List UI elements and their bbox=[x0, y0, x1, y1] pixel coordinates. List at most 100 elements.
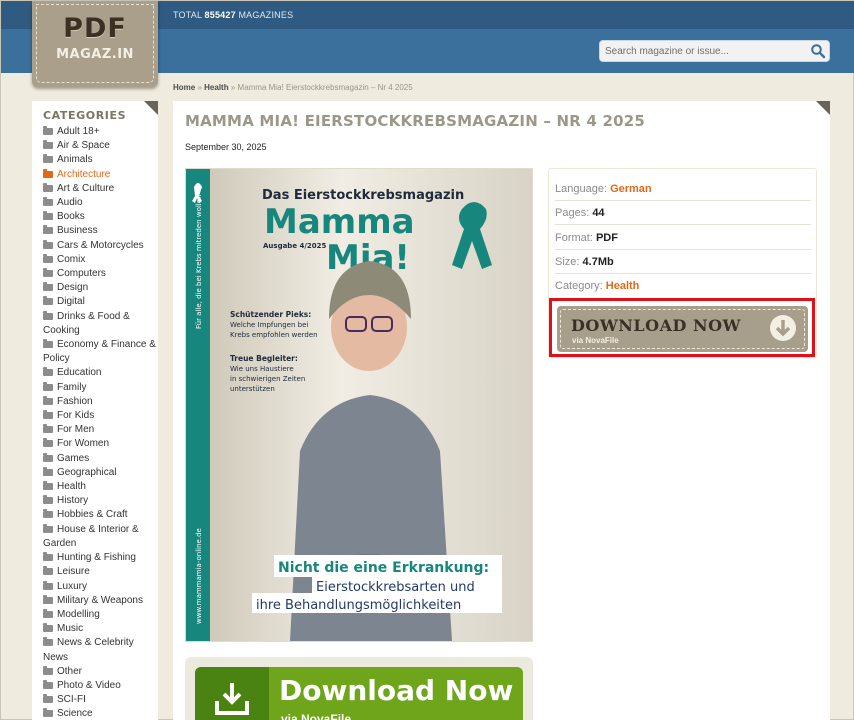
category-item[interactable]: SCI-FI bbox=[43, 693, 157, 707]
category-label: Computers bbox=[57, 268, 106, 280]
breadcrumb-home-link[interactable]: Home bbox=[173, 83, 195, 92]
category-label: Air & Space bbox=[57, 140, 110, 152]
category-list: Adult 18+ Air & Space Animals Architecture A… bbox=[43, 125, 157, 720]
category-label: For Men bbox=[57, 424, 95, 436]
cover-url: www.mammamia-online.de bbox=[195, 528, 203, 624]
category-item[interactable]: House & Interior & Garden bbox=[43, 523, 157, 551]
category-item[interactable]: Art & Culture bbox=[43, 182, 157, 196]
folder-icon bbox=[43, 495, 53, 505]
folder-icon bbox=[43, 566, 53, 576]
category-label: Animals bbox=[57, 154, 93, 166]
total-magazines-counter: TOTAL 855427 MAGAZINES bbox=[173, 10, 293, 20]
format-value: PDF bbox=[595, 232, 618, 244]
category-label: History bbox=[57, 495, 89, 507]
category-item[interactable]: Science bbox=[43, 707, 157, 720]
category-item[interactable]: Fashion bbox=[43, 395, 157, 409]
cover-teaser1-line1: Welche Impfungen bei bbox=[230, 321, 308, 329]
folder-icon bbox=[43, 182, 53, 192]
category-item[interactable]: Economy & Finance & Policy bbox=[43, 338, 157, 366]
category-item[interactable]: Education bbox=[43, 366, 157, 380]
corner-fold bbox=[144, 101, 158, 115]
folder-icon bbox=[43, 239, 53, 249]
language-link[interactable]: German bbox=[610, 183, 652, 195]
category-item[interactable]: Leisure bbox=[43, 565, 157, 579]
category-item[interactable]: Health bbox=[43, 480, 157, 494]
category-item[interactable]: Books bbox=[43, 210, 157, 224]
category-item[interactable]: Military & Weapons bbox=[43, 594, 157, 608]
search-input[interactable] bbox=[600, 41, 800, 62]
big-download-label: Download Now bbox=[279, 674, 514, 707]
category-item[interactable]: Geographical bbox=[43, 466, 157, 480]
category-item[interactable]: Drinks & Food & Cooking bbox=[43, 310, 157, 338]
category-item[interactable]: Architecture bbox=[43, 168, 157, 182]
total-prefix: TOTAL bbox=[173, 10, 202, 20]
category-item[interactable]: Luxury bbox=[43, 580, 157, 594]
category-item[interactable]: Adult 18+ bbox=[43, 125, 157, 139]
category-item[interactable]: Design bbox=[43, 281, 157, 295]
category-item[interactable]: Hunting & Fishing bbox=[43, 551, 157, 565]
folder-icon bbox=[43, 509, 53, 519]
folder-icon bbox=[43, 452, 53, 462]
folder-icon bbox=[43, 367, 53, 377]
category-item[interactable]: History bbox=[43, 494, 157, 508]
download-arrow-icon bbox=[770, 315, 796, 341]
category-item[interactable]: Audio bbox=[43, 196, 157, 210]
category-label: News & Celebrity News bbox=[43, 637, 134, 663]
folder-icon bbox=[43, 679, 53, 689]
total-count: 855427 bbox=[204, 10, 236, 20]
category-item[interactable]: Comix bbox=[43, 253, 157, 267]
category-item[interactable]: Cars & Motorcycles bbox=[43, 239, 157, 253]
magazine-cover[interactable]: Für alle, die bei Krebs mitreden wollen … bbox=[185, 168, 533, 642]
folder-icon bbox=[43, 282, 53, 292]
cover-headline1: Nicht die eine Erkrankung: bbox=[278, 560, 489, 576]
category-label: Other bbox=[57, 665, 83, 677]
category-item[interactable]: Family bbox=[43, 381, 157, 395]
logo-text-domain: MAGAZ.IN bbox=[56, 47, 134, 62]
language-label: Language: bbox=[555, 183, 607, 195]
cover-teaser1-line2: Krebs empfohlen werden bbox=[230, 331, 318, 339]
cover-headline2: Eierstockkrebsarten und bbox=[316, 580, 475, 595]
categories-sidebar: CATEGORIES Adult 18+ Air & Space Animals Ar… bbox=[32, 101, 158, 720]
category-item[interactable]: For Women bbox=[43, 437, 157, 451]
page-title: MAMMA MIA! EIERSTOCKKREBSMAGAZIN – NR 4 … bbox=[185, 112, 646, 130]
category-item[interactable]: Games bbox=[43, 452, 157, 466]
category-label: Category: bbox=[555, 280, 603, 292]
big-download-button[interactable]: Download Now via NovaFile bbox=[195, 667, 523, 720]
category-label: Games bbox=[57, 452, 90, 464]
category-item[interactable]: News & Celebrity News bbox=[43, 636, 157, 664]
category-label: Books bbox=[57, 211, 85, 223]
category-item[interactable]: Photo & Video bbox=[43, 679, 157, 693]
download-highlight-box: DOWNLOAD NOW via NovaFile bbox=[549, 298, 815, 357]
category-label: Architecture bbox=[57, 168, 111, 180]
category-item[interactable]: Animals bbox=[43, 153, 157, 167]
download-now-button[interactable]: DOWNLOAD NOW via NovaFile bbox=[557, 306, 808, 352]
folder-icon bbox=[43, 580, 53, 590]
category-item[interactable]: Other bbox=[43, 665, 157, 679]
category-item[interactable]: For Men bbox=[43, 423, 157, 437]
size-row: Size: 4.7Mb bbox=[555, 250, 811, 274]
search-icon[interactable] bbox=[810, 43, 826, 59]
site-logo[interactable]: PDF MAGAZ.IN bbox=[32, 1, 158, 87]
cover-teaser1-title: Schützender Pieks: bbox=[230, 310, 311, 319]
cover-kicker: Das Eierstockkrebsmagazin bbox=[262, 188, 464, 203]
cover-issue: Ausgabe 4/2025 bbox=[263, 242, 327, 250]
category-label: Business bbox=[57, 225, 98, 237]
folder-icon bbox=[43, 154, 53, 164]
category-item[interactable]: Business bbox=[43, 224, 157, 238]
breadcrumb-health-link[interactable]: Health bbox=[204, 83, 228, 92]
category-item[interactable]: Hobbies & Craft bbox=[43, 508, 157, 522]
category-link[interactable]: Health bbox=[606, 280, 640, 292]
category-row: Category: Health bbox=[555, 274, 811, 298]
folder-icon bbox=[43, 623, 53, 633]
category-item[interactable]: For Kids bbox=[43, 409, 157, 423]
category-item[interactable]: Digital bbox=[43, 295, 157, 309]
category-item[interactable]: Modelling bbox=[43, 608, 157, 622]
category-label: Military & Weapons bbox=[57, 594, 143, 606]
category-item[interactable]: Computers bbox=[43, 267, 157, 281]
category-item[interactable]: Music bbox=[43, 622, 157, 636]
category-label: Digital bbox=[57, 296, 85, 308]
breadcrumb-current: Mamma Mia! Eierstockkrebsmagazin – Nr 4 … bbox=[237, 83, 413, 92]
folder-icon bbox=[43, 523, 53, 533]
category-item[interactable]: Air & Space bbox=[43, 139, 157, 153]
folder-icon bbox=[43, 268, 53, 278]
